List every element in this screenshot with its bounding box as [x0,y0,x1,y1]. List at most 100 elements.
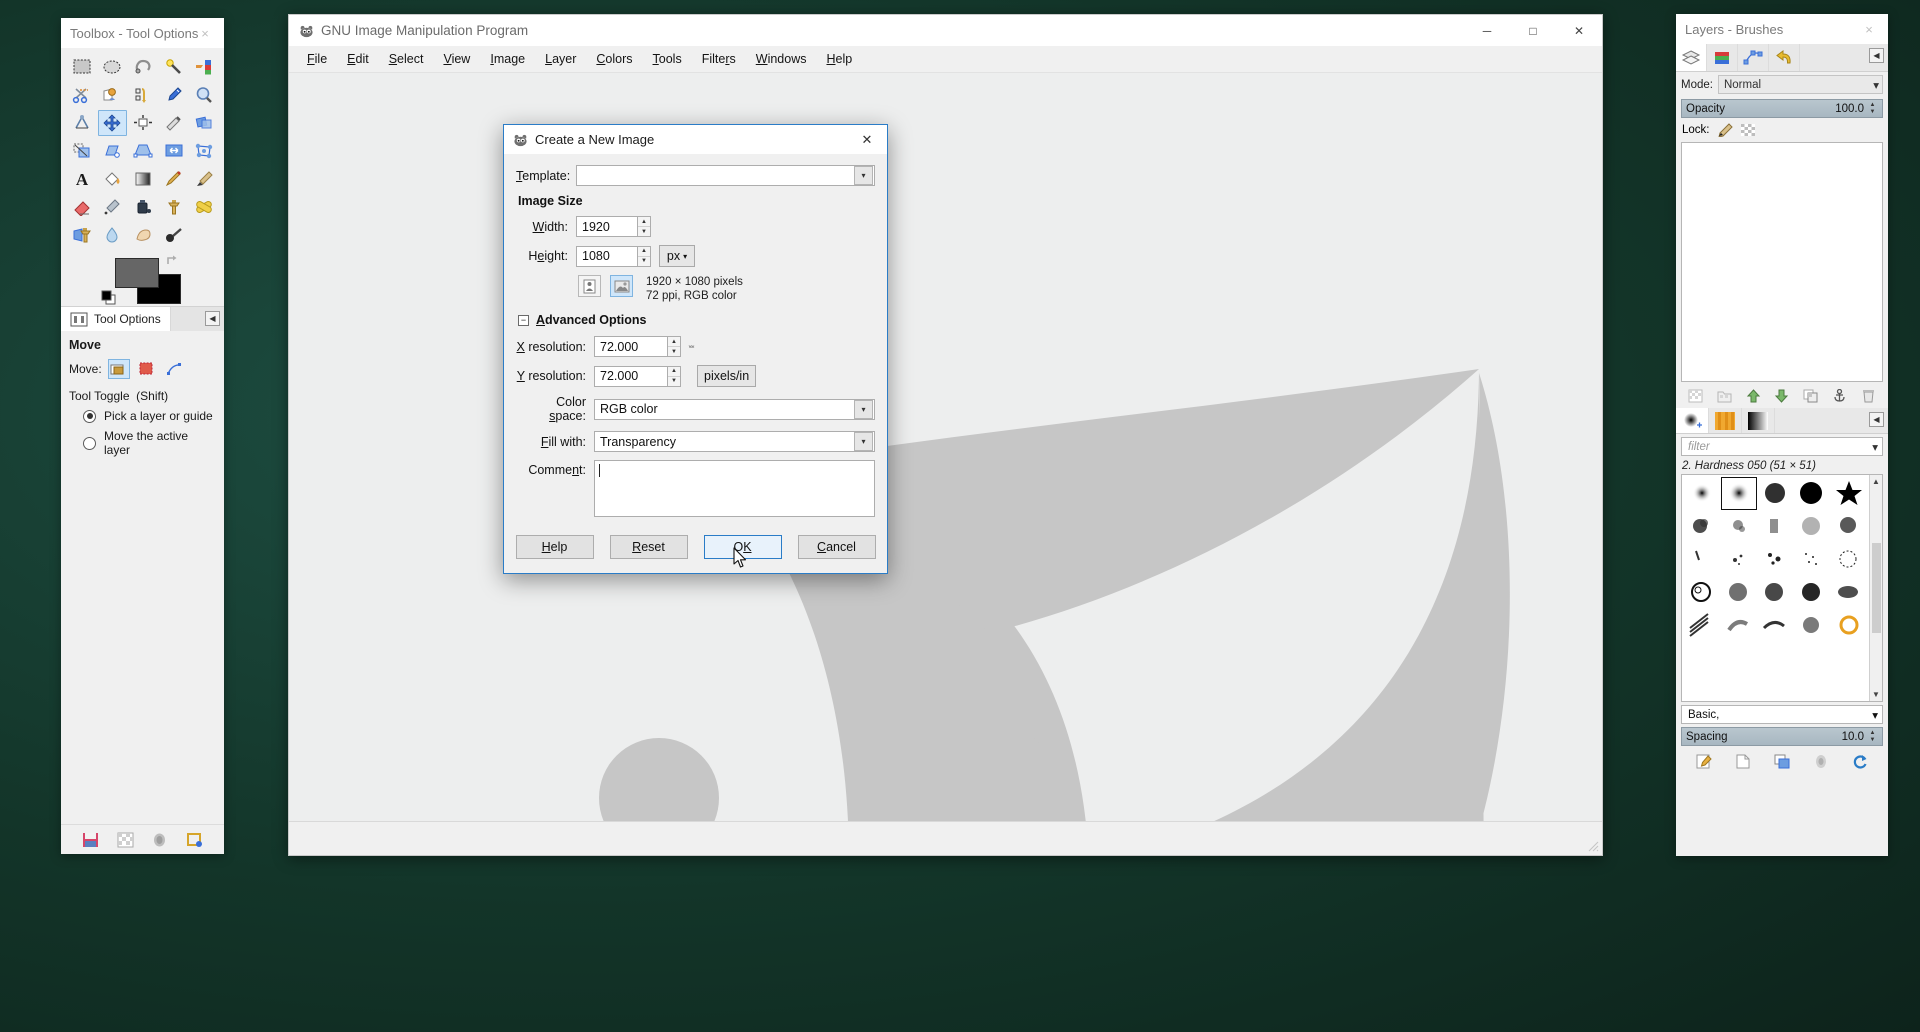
brush-collection-select[interactable]: Basic, ▾ [1681,705,1883,724]
portrait-orientation-button[interactable] [578,275,601,297]
blur-sharpen-tool[interactable] [98,222,128,248]
move-selection-mode[interactable] [136,359,158,379]
opacity-spinner[interactable]: ▲ ▼ [1867,102,1878,115]
edit-brush-icon[interactable] [1696,754,1712,769]
tab-layers[interactable] [1676,44,1707,71]
brush-item[interactable] [1757,543,1794,576]
spacing-slider[interactable]: Spacing 10.0 ▲ ▼ [1681,727,1883,746]
comment-textarea[interactable] [594,460,875,517]
width-input[interactable]: 1920 [576,216,638,237]
brush-item[interactable] [1684,543,1721,576]
shear-tool[interactable] [98,138,128,164]
save-icon[interactable] [82,832,99,848]
swap-colors-icon[interactable] [165,254,179,268]
tool-options-menu-button[interactable]: ◀ [205,311,220,326]
help-button[interactable]: Help [515,535,594,559]
lower-layer-icon[interactable] [1774,389,1789,403]
tab-gradients[interactable] [1742,408,1775,433]
new-layer-icon[interactable] [1688,389,1703,403]
delete-brush-icon[interactable] [1813,754,1829,769]
resize-grip-icon[interactable] [1588,841,1599,852]
duplicate-brush-icon[interactable] [1774,754,1790,769]
menu-image[interactable]: Image [480,52,535,66]
layer-mode-select[interactable]: Normal ▾ [1717,75,1883,94]
brush-icon[interactable] [151,832,168,848]
opacity-slider[interactable]: Opacity 100.0 ▲ ▼ [1681,99,1883,118]
text-tool[interactable]: A [67,166,97,192]
brush-item[interactable] [1684,510,1721,543]
height-input[interactable]: 1080 [576,245,638,267]
pencil-tool[interactable] [159,166,189,192]
dodge-burn-tool[interactable] [159,222,189,248]
brush-item[interactable] [1794,510,1831,543]
rotate-tool[interactable] [189,110,219,136]
tab-paths[interactable] [1738,44,1769,71]
x-resolution-input[interactable]: 72.000 [594,336,668,357]
crop-tool[interactable] [159,110,189,136]
empty-canvas-area[interactable] [289,73,1602,855]
ellipse-select-tool[interactable] [98,54,128,80]
brush-item[interactable] [1684,576,1721,609]
unit-select[interactable]: px ▾ [659,245,695,267]
brush-item[interactable] [1757,609,1794,642]
spacing-spinner[interactable]: ▲ ▼ [1867,730,1878,743]
brush-dock-menu-button[interactable]: ◀ [1869,412,1884,427]
radio-pick-layer-or-guide[interactable]: Pick a layer or guide [83,409,216,423]
rect-select-tool[interactable] [67,54,97,80]
layer-list[interactable] [1681,142,1883,382]
x-resolution-spinner[interactable]: ▲ ▼ [668,336,681,357]
zoom-tool[interactable] [189,82,219,108]
chevron-down-icon[interactable]: ▾ [854,399,873,419]
lock-alpha-icon[interactable] [1740,123,1756,137]
color-space-select[interactable]: RGB color ▾ [594,398,875,420]
color-picker-tool[interactable] [159,82,189,108]
foreground-select-tool[interactable] [98,82,128,108]
toolbox-titlebar[interactable]: Toolbox - Tool Options × [61,18,224,48]
dialog-close-button[interactable]: ✕ [847,125,887,154]
free-select-tool[interactable] [128,54,158,80]
minimize-button[interactable]: ─ [1464,15,1510,46]
chevron-down-icon[interactable]: ▾ [854,166,873,185]
brush-item[interactable] [1721,543,1758,576]
tab-tool-options[interactable]: Tool Options [61,307,171,331]
menu-file[interactable]: File [297,52,337,66]
paths-tool[interactable] [128,82,158,108]
brush-item[interactable] [1684,609,1721,642]
smudge-tool[interactable] [128,222,158,248]
maximize-button[interactable]: □ [1510,15,1556,46]
alignment-tool[interactable] [128,110,158,136]
delete-layer-icon[interactable] [1861,389,1876,403]
width-spinner[interactable]: ▲ ▼ [638,216,651,237]
brush-item[interactable] [1830,576,1867,609]
menu-view[interactable]: View [433,52,480,66]
brush-grid[interactable] [1682,475,1869,701]
refresh-brushes-icon[interactable] [1852,754,1868,769]
menu-windows[interactable]: Windows [746,52,817,66]
menu-filters[interactable]: Filters [692,52,746,66]
dialog-titlebar[interactable]: Create a New Image ✕ [504,125,887,154]
right-dock-titlebar[interactable]: Layers - Brushes × [1676,14,1888,44]
gradient-tool[interactable] [128,166,158,192]
ink-tool[interactable] [128,194,158,220]
new-layer-group-icon[interactable] [1717,389,1732,403]
close-button[interactable]: ✕ [1556,15,1602,46]
perspective-tool[interactable] [128,138,158,164]
default-colors-icon[interactable] [101,290,116,305]
tab-patterns[interactable] [1709,408,1742,433]
menu-select[interactable]: Select [379,52,434,66]
menu-tools[interactable]: Tools [643,52,692,66]
menu-help[interactable]: Help [816,52,862,66]
lock-pixels-icon[interactable] [1717,123,1733,137]
brush-item[interactable] [1830,477,1867,510]
fill-with-select[interactable]: Transparency ▾ [594,431,875,452]
scrollbar-thumb[interactable] [1871,543,1881,633]
main-titlebar[interactable]: GNU Image Manipulation Program ─ □ ✕ [289,15,1602,46]
expander-icon[interactable]: − [518,314,529,326]
scissors-select-tool[interactable] [67,82,97,108]
radio-move-active-layer[interactable]: Move the active layer [83,429,216,457]
eraser-tool[interactable] [67,194,97,220]
chevron-down-icon[interactable]: ▾ [1872,708,1878,722]
brush-item[interactable] [1721,609,1758,642]
move-tool[interactable] [97,110,128,136]
brush-item[interactable] [1684,477,1721,510]
